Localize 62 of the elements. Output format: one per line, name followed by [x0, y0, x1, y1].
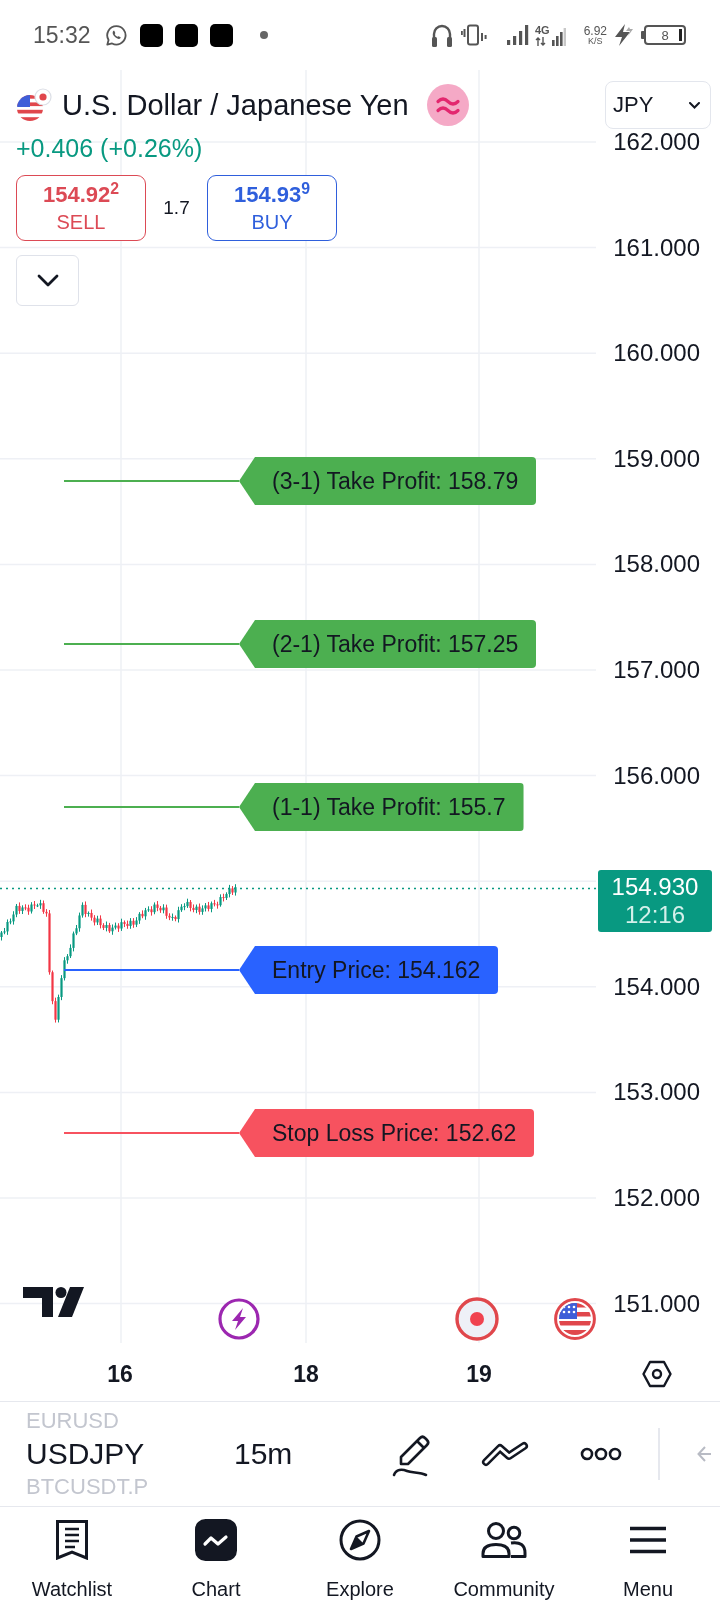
battery-percent: 8: [661, 27, 669, 43]
nav-tab[interactable]: Chart: [144, 1507, 288, 1611]
flag-icon[interactable]: [554, 1298, 596, 1340]
caret-icon: [689, 101, 700, 109]
price-axis-label: 160.000: [613, 341, 700, 366]
current-price: 154.930: [611, 873, 699, 901]
more-icon[interactable]: [580, 1447, 623, 1461]
record-icon[interactable]: [455, 1297, 499, 1341]
order-label[interactable]: Entry Price: 154.162: [239, 946, 499, 994]
nav-tab[interactable]: Explore: [288, 1507, 432, 1611]
countdown-timer: 12:16: [624, 901, 686, 929]
nav-tab[interactable]: Menu: [576, 1507, 720, 1611]
spread-value: 1.7: [162, 197, 191, 219]
signal-icon: [551, 27, 566, 46]
phone-bubble-icon: [104, 23, 128, 47]
data-speed: 6.92: [583, 24, 607, 37]
price-axis-label: 162.000: [613, 130, 700, 154]
order-label[interactable]: (1-1) Take Profit: 155.7: [239, 783, 524, 831]
currency-dropdown[interactable]: JPY: [605, 81, 711, 129]
data-speed-unit: K/S: [588, 36, 603, 46]
price-axis-label: 158.000: [613, 552, 700, 577]
wavy-lines-icon: [426, 84, 469, 126]
buy-button[interactable]: 154.93$^{9}$ BUY: [207, 175, 337, 241]
price-axis-label: 153.000: [613, 1080, 700, 1105]
settings-icon[interactable]: [642, 1360, 672, 1388]
symbol-option[interactable]: USDJPY: [26, 1437, 145, 1471]
status-time: 15:32: [33, 21, 91, 49]
price-change: +0.406 (+0.26%): [16, 134, 203, 162]
order-label[interactable]: (2-1) Take Profit: 157.25: [239, 620, 537, 668]
order-label[interactable]: (3-1) Take Profit: 158.79: [239, 457, 537, 505]
app-icon: [174, 23, 198, 47]
app-icon: [209, 23, 233, 47]
headphones-icon: [430, 23, 453, 47]
price-axis-label: 156.000: [613, 763, 700, 788]
price-axis-label: 151.000: [613, 1291, 700, 1316]
dot-icon: [259, 31, 268, 39]
price-axis-label: 157.000: [613, 658, 700, 682]
data-arrows-icon: [534, 36, 546, 46]
instrument-title: U.S. Dollar / Japanese Yen: [62, 88, 409, 122]
network-type: 4G: [534, 24, 550, 36]
time-axis-label: 19: [466, 1360, 492, 1388]
vibrate-icon: [460, 24, 487, 46]
price-axis-label: 159.000: [613, 446, 700, 471]
logo-icon: [23, 1287, 84, 1317]
nav-tab[interactable]: Community: [432, 1507, 576, 1611]
time-axis-label: 16: [107, 1360, 133, 1388]
interval-selector[interactable]: 15m: [234, 1437, 293, 1471]
chevron-down-icon: [36, 274, 59, 287]
time-axis-label: 18: [293, 1360, 319, 1388]
app-icon: [139, 23, 163, 47]
price-axis-label: 161.000: [613, 235, 700, 260]
nav-tab[interactable]: Watchlist: [0, 1507, 144, 1611]
flag-icon: [16, 88, 52, 122]
zigzag-line-icon[interactable]: [481, 1441, 530, 1467]
sell-button[interactable]: 154.92$^{2}$ SELL: [16, 175, 146, 241]
bolt-icon: [613, 24, 633, 46]
price-axis-label: 152.000: [613, 1186, 700, 1210]
expand-button[interactable]: [16, 255, 79, 306]
signal-icon: [506, 25, 529, 45]
order-label[interactable]: Stop Loss Price: 152.62: [239, 1109, 535, 1157]
bolt-icon[interactable]: [218, 1298, 260, 1340]
price-axis-label: 154.000: [613, 974, 700, 999]
